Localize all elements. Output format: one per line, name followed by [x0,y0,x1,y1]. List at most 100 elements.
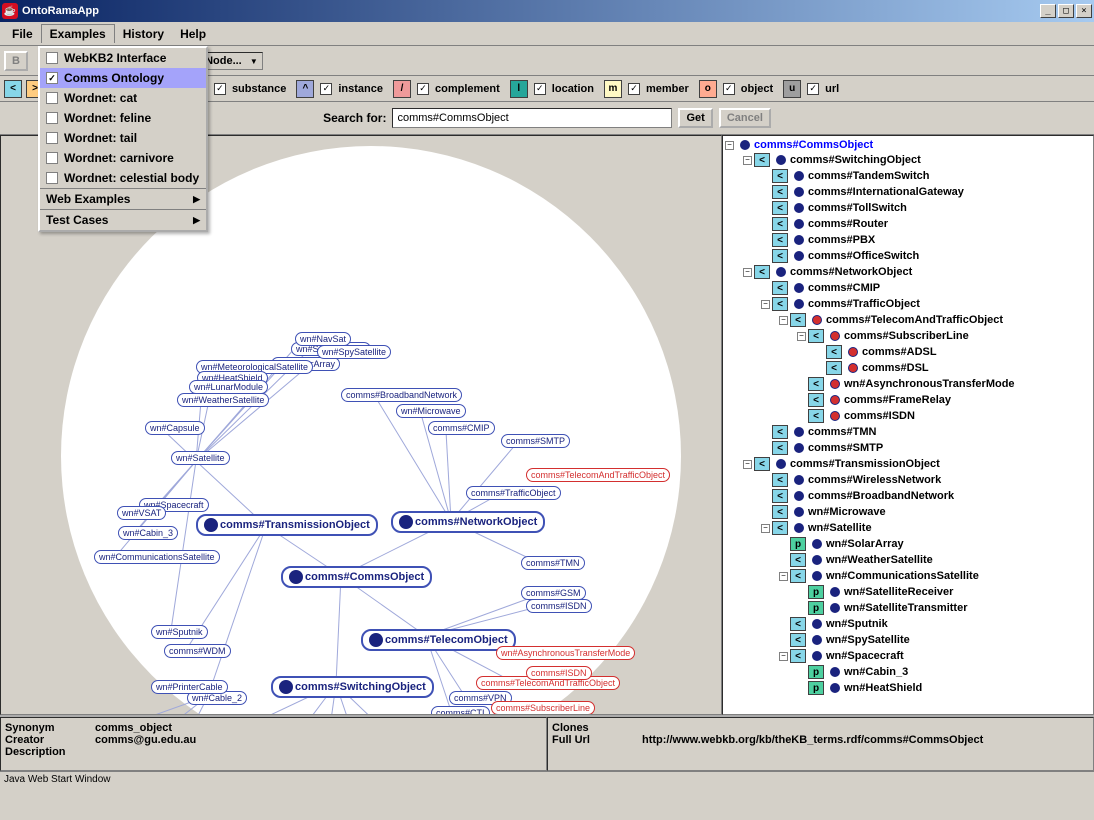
tree-toggle-icon[interactable]: − [761,300,770,309]
relation-badge-member[interactable]: m [604,80,622,98]
tree-node[interactable]: pwn#Cabin_3 [725,664,1091,680]
graph-node[interactable]: wn#NavSat [295,332,351,346]
tree-node[interactable]: <wn#SpySatellite [725,632,1091,648]
menu-file[interactable]: File [4,25,41,43]
tree-node[interactable]: pwn#SolarArray [725,536,1091,552]
tree-node[interactable]: <comms#OfficeSwitch [725,248,1091,264]
dropdown-item[interactable]: Wordnet: celestial body [40,168,206,188]
tree-node[interactable]: <comms#Router [725,216,1091,232]
graph-node[interactable]: wn#AsynchronousTransferMode [496,646,635,660]
graph-node[interactable]: comms#TMN [521,556,585,570]
graph-node[interactable]: wn#Sputnik [151,625,208,639]
tree-node[interactable]: −<comms#TransmissionObject [725,456,1091,472]
graph-node[interactable]: comms#CommsObject [281,566,432,588]
dropdown-item[interactable]: Wordnet: cat [40,88,206,108]
graph-node[interactable]: comms#SwitchingObject [271,676,434,698]
graph-node[interactable]: comms#WDM [164,644,231,658]
graph-node[interactable]: wn#SpySatellite [317,345,391,359]
dropdown-submenu[interactable]: Web Examples▶ [40,188,206,209]
get-button[interactable]: Get [678,108,712,128]
tree-toggle-icon[interactable]: − [743,156,752,165]
tree-toggle-icon[interactable]: − [761,524,770,533]
relation-checkbox[interactable]: ✓ [723,83,735,95]
dropdown-submenu[interactable]: Test Cases▶ [40,209,206,230]
cancel-button[interactable]: Cancel [719,108,771,128]
tree-node[interactable]: −comms#CommsObject [725,138,1091,152]
tree-pane[interactable]: −comms#CommsObject−<comms#SwitchingObjec… [722,135,1094,715]
relation-badge-subtype[interactable]: < [4,80,22,98]
tree-node[interactable]: pwn#SatelliteTransmitter [725,600,1091,616]
dropdown-item[interactable]: Wordnet: feline [40,108,206,128]
tree-node[interactable]: <comms#TollSwitch [725,200,1091,216]
tree-node[interactable]: <wn#AsynchronousTransferMode [725,376,1091,392]
graph-node[interactable]: wn#WeatherSatellite [177,393,269,407]
graph-node[interactable]: comms#ISDN [526,599,592,613]
minimize-button[interactable]: _ [1040,4,1056,18]
tree-node[interactable]: <comms#ADSL [725,344,1091,360]
tree-node[interactable]: −<comms#TrafficObject [725,296,1091,312]
graph-node[interactable]: wn#Microwave [396,404,466,418]
dropdown-item[interactable]: WebKB2 Interface [40,48,206,68]
tree-node[interactable]: <comms#DSL [725,360,1091,376]
tree-node[interactable]: <comms#BroadbandNetwork [725,488,1091,504]
tree-node[interactable]: <comms#PBX [725,232,1091,248]
graph-node[interactable]: comms#TrafficObject [466,486,561,500]
back-button[interactable]: B [4,51,28,71]
relation-checkbox[interactable]: ✓ [417,83,429,95]
tree-toggle-icon[interactable]: − [779,572,788,581]
relation-checkbox[interactable]: ✓ [214,83,226,95]
tree-toggle-icon[interactable]: − [725,141,734,150]
graph-node[interactable]: comms#SubscriberLine [491,701,595,715]
dropdown-item[interactable]: Wordnet: tail [40,128,206,148]
relation-checkbox[interactable]: ✓ [628,83,640,95]
tree-node[interactable]: −<comms#NetworkObject [725,264,1091,280]
tree-node[interactable]: <comms#CMIP [725,280,1091,296]
tree-node[interactable]: <comms#WirelessNetwork [725,472,1091,488]
relation-badge-object[interactable]: o [699,80,717,98]
tree-node[interactable]: <comms#InternationalGateway [725,184,1091,200]
tree-toggle-icon[interactable]: − [779,316,788,325]
tree-node[interactable]: <wn#Microwave [725,504,1091,520]
graph-node[interactable]: wn#Capsule [145,421,205,435]
tree-node[interactable]: <wn#WeatherSatellite [725,552,1091,568]
relation-badge-location[interactable]: l [510,80,528,98]
tree-node[interactable]: <comms#TMN [725,424,1091,440]
tree-node[interactable]: −<comms#TelecomAndTrafficObject [725,312,1091,328]
graph-node[interactable]: comms#CMIP [428,421,495,435]
tree-node[interactable]: <comms#ISDN [725,408,1091,424]
relation-checkbox[interactable]: ✓ [807,83,819,95]
menu-history[interactable]: History [115,25,172,43]
tree-node[interactable]: <comms#TandemSwitch [725,168,1091,184]
tree-toggle-icon[interactable]: − [743,268,752,277]
menu-examples[interactable]: Examples [41,24,115,43]
graph-node[interactable]: wn#PrinterCable [151,680,228,694]
graph-node[interactable]: wn#Satellite [171,451,230,465]
relation-checkbox[interactable]: ✓ [320,83,332,95]
tree-toggle-icon[interactable]: − [797,332,806,341]
tree-node[interactable]: −<comms#SubscriberLine [725,328,1091,344]
graph-node[interactable]: comms#TelecomObject [361,629,516,651]
tree-node[interactable]: −<wn#Spacecraft [725,648,1091,664]
graph-node[interactable]: wn#CommunicationsSatellite [94,550,220,564]
graph-node[interactable]: comms#SMTP [501,434,570,448]
relation-badge-complement[interactable]: / [393,80,411,98]
tree-toggle-icon[interactable]: − [743,460,752,469]
tree-node[interactable]: <wn#Sputnik [725,616,1091,632]
graph-node[interactable]: comms#NetworkObject [391,511,545,533]
dropdown-item[interactable]: ✓Comms Ontology [40,68,206,88]
close-button[interactable]: × [1076,4,1092,18]
tree-node[interactable]: −<wn#CommunicationsSatellite [725,568,1091,584]
relation-checkbox[interactable]: ✓ [534,83,546,95]
maximize-button[interactable]: □ [1058,4,1074,18]
graph-node[interactable]: comms#TelecomAndTrafficObject [526,468,670,482]
graph-node[interactable]: comms#BroadbandNetwork [341,388,462,402]
graph-node[interactable]: wn#VSAT [117,506,166,520]
graph-node[interactable]: wn#LunarModule [189,380,268,394]
tree-node[interactable]: <comms#FrameRelay [725,392,1091,408]
tree-node[interactable]: pwn#HeatShield [725,680,1091,696]
tree-node[interactable]: −<comms#SwitchingObject [725,152,1091,168]
relation-badge-instance[interactable]: ^ [296,80,314,98]
graph-node[interactable]: wn#Cabin_3 [118,526,178,540]
search-input[interactable] [392,108,672,128]
graph-node[interactable]: comms#GSM [521,586,586,600]
